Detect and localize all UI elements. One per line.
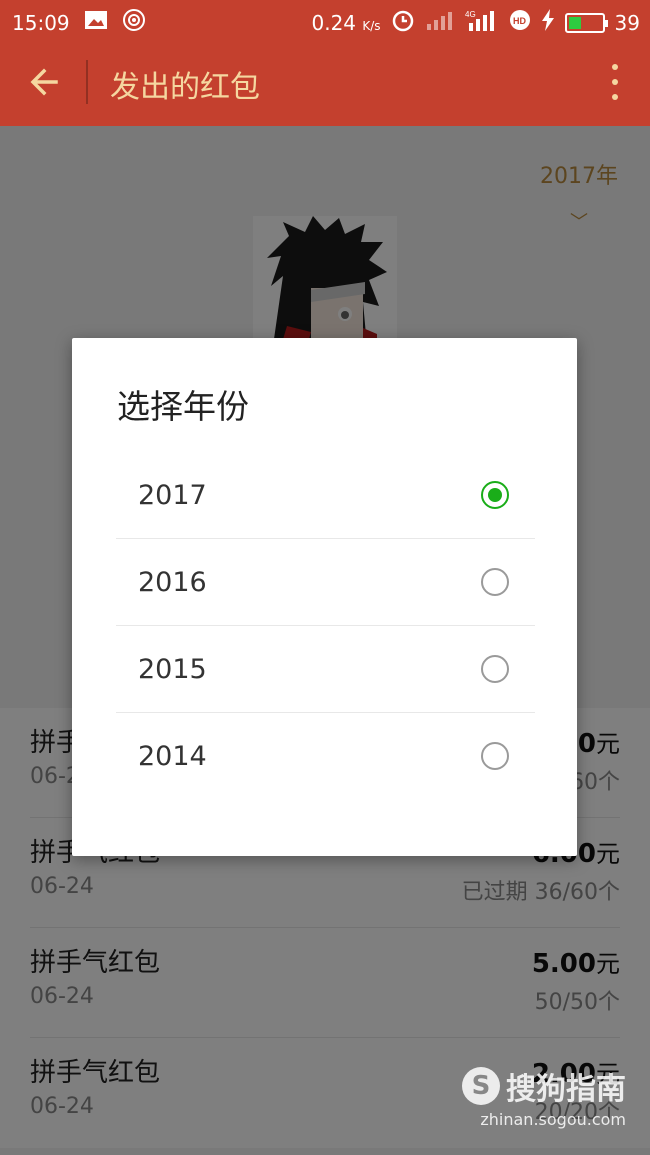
radio-button[interactable] bbox=[481, 568, 509, 596]
signal-4g-icon: 4G bbox=[465, 9, 499, 36]
appbar-divider bbox=[86, 60, 88, 104]
watermark-url: zhinan.sogou.com bbox=[480, 1110, 626, 1129]
year-option-2015[interactable]: 2015 bbox=[116, 626, 535, 713]
status-bar: 15:09 0.24 K/s 4G HD 39 bbox=[0, 0, 650, 40]
year-option-label: 2014 bbox=[138, 741, 207, 772]
charging-icon bbox=[541, 9, 555, 36]
radio-button[interactable] bbox=[481, 742, 509, 770]
year-option-2014[interactable]: 2014 bbox=[116, 713, 535, 800]
hotspot-icon bbox=[122, 8, 146, 37]
sogou-logo-icon: S bbox=[462, 1067, 500, 1105]
image-notification-icon bbox=[84, 10, 108, 35]
page-title: 发出的红包 bbox=[110, 70, 260, 105]
radio-button[interactable] bbox=[481, 481, 509, 509]
year-option-2017[interactable]: 2017 bbox=[116, 452, 535, 539]
year-option-label: 2017 bbox=[138, 480, 207, 511]
hd-icon: HD bbox=[509, 9, 531, 36]
alarm-icon bbox=[391, 8, 415, 37]
arrow-left-icon[interactable] bbox=[26, 62, 66, 102]
year-options: 2017 2016 2015 2014 bbox=[116, 452, 535, 800]
dialog-title: 选择年份 bbox=[117, 387, 249, 426]
watermark: S 搜狗指南 zhinan.sogou.com bbox=[462, 1064, 626, 1129]
year-option-2016[interactable]: 2016 bbox=[116, 539, 535, 626]
svg-text:4G: 4G bbox=[465, 10, 476, 19]
radio-button[interactable] bbox=[481, 655, 509, 683]
watermark-text: 搜狗指南 bbox=[506, 1072, 626, 1107]
battery-percent: 39 bbox=[614, 10, 640, 35]
app-bar: 发出的红包 bbox=[0, 40, 650, 126]
year-option-label: 2015 bbox=[138, 654, 207, 685]
signal-weak-icon bbox=[425, 10, 455, 35]
battery-icon bbox=[564, 12, 608, 33]
year-option-label: 2016 bbox=[138, 567, 207, 598]
year-picker-dialog: 选择年份 2017 2016 2015 2014 bbox=[72, 338, 577, 856]
network-speed: 0.24 K/s bbox=[311, 10, 381, 35]
more-vertical-icon[interactable] bbox=[612, 64, 620, 104]
svg-text:HD: HD bbox=[513, 16, 526, 26]
status-time: 15:09 bbox=[12, 10, 70, 35]
